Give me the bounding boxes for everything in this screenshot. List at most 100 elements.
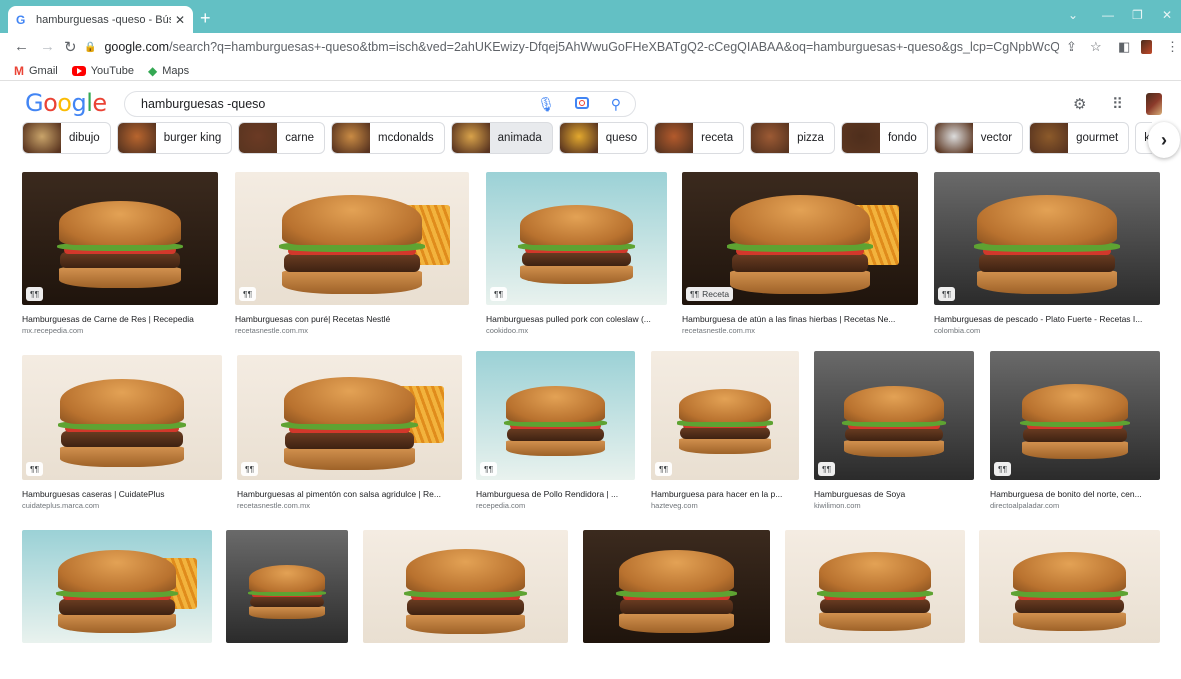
- image-thumbnail[interactable]: ¶¶: [22, 172, 218, 305]
- window-close-icon[interactable]: ✕: [1162, 8, 1172, 22]
- image-source[interactable]: cookidoo.mx: [486, 326, 528, 335]
- image-result[interactable]: ¶¶ Hamburguesa de bonito del norte, cen..…: [990, 351, 1160, 516]
- chip-dibujo[interactable]: dibujo: [22, 122, 111, 154]
- image-thumbnail[interactable]: ¶¶: [237, 355, 462, 480]
- chevron-right-icon[interactable]: ›: [1148, 122, 1180, 158]
- burger-bun-bot: [730, 270, 870, 295]
- image-title[interactable]: Hamburguesa para hacer en la p...: [651, 489, 799, 499]
- chip-animada[interactable]: animada: [450, 122, 553, 154]
- image-title[interactable]: Hamburguesas de Carne de Res | Recepedia: [22, 314, 218, 324]
- image-title[interactable]: Hamburguesas pulled pork con coleslaw (.…: [486, 314, 667, 324]
- image-result[interactable]: [583, 530, 770, 679]
- image-thumbnail[interactable]: [226, 530, 348, 643]
- bookmark-gmail[interactable]: M Gmail: [14, 64, 58, 78]
- profile-avatar-icon[interactable]: [1141, 40, 1152, 54]
- menu-dots-icon[interactable]: ⋮: [1166, 39, 1179, 55]
- browser-tab[interactable]: G hamburguesas -queso - Búsqued ✕: [8, 6, 193, 33]
- image-source[interactable]: recetasnestle.com.mx: [237, 501, 310, 510]
- image-title[interactable]: Hamburguesas caseras | CuidatePlus: [22, 489, 222, 499]
- image-thumbnail[interactable]: [979, 530, 1160, 643]
- image-source[interactable]: recetasnestle.com.mx: [235, 326, 308, 335]
- image-thumbnail[interactable]: ¶¶: [486, 172, 667, 305]
- bookmark-maps[interactable]: ◆ Maps: [148, 64, 189, 78]
- image-title[interactable]: Hamburguesa de Pollo Rendidora | ...: [476, 489, 635, 499]
- image-thumbnail[interactable]: [363, 530, 568, 643]
- image-title[interactable]: Hamburguesas de pescado - Plato Fuerte -…: [934, 314, 1160, 324]
- address-bar[interactable]: 🔒 google.com /search?q=hamburguesas+-que…: [84, 35, 1059, 59]
- image-result[interactable]: ¶¶ Receta Hamburguesa de atún a las finas …: [682, 172, 918, 341]
- image-source[interactable]: directoalpaladar.com: [990, 501, 1059, 510]
- recipe-badge: ¶¶: [480, 462, 498, 476]
- image-thumbnail[interactable]: [785, 530, 965, 643]
- chip-burger-king[interactable]: burger king: [116, 122, 233, 154]
- image-source[interactable]: mx.recepedia.com: [22, 326, 83, 335]
- image-result[interactable]: [226, 530, 348, 679]
- chip-carne[interactable]: carne: [238, 122, 326, 154]
- image-title[interactable]: Hamburguesas de Soya: [814, 489, 974, 499]
- image-result[interactable]: [785, 530, 965, 679]
- chip-vector[interactable]: vector: [933, 122, 1024, 154]
- share-icon[interactable]: ⇪: [1066, 39, 1077, 55]
- settings-gear-icon[interactable]: ⚙: [1073, 95, 1086, 113]
- image-thumbnail[interactable]: ¶¶: [814, 351, 974, 480]
- chip-pizza[interactable]: pizza: [750, 122, 835, 154]
- chip-fondo[interactable]: fondo: [840, 122, 928, 154]
- lock-icon[interactable]: 🔒: [84, 42, 96, 53]
- image-title[interactable]: Hamburguesas al pimentón con salsa agrid…: [237, 489, 462, 499]
- chip-queso[interactable]: queso: [558, 122, 649, 154]
- side-panel-icon[interactable]: ◧: [1118, 39, 1130, 55]
- image-source[interactable]: kiwilimon.com: [814, 501, 861, 510]
- image-title[interactable]: Hamburguesa de atún a las finas hierbas …: [682, 314, 918, 324]
- bookmark-youtube[interactable]: YouTube: [71, 65, 134, 77]
- image-result[interactable]: ¶¶ Hamburguesas caseras | CuidatePlus cuid…: [22, 355, 222, 516]
- image-title[interactable]: Hamburguesa de bonito del norte, cen...: [990, 489, 1160, 499]
- apps-grid-icon[interactable]: ⠿: [1112, 95, 1123, 113]
- burger-patty: [978, 253, 1116, 272]
- image-title[interactable]: Hamburguesas con puré| Recetas Nestlé: [235, 314, 469, 324]
- image-result[interactable]: ¶¶ Hamburguesas de Carne de Res | Receped…: [22, 172, 218, 341]
- bookmark-star-icon[interactable]: ☆: [1090, 39, 1102, 55]
- close-icon[interactable]: ✕: [175, 13, 185, 27]
- image-thumbnail[interactable]: ¶¶: [22, 355, 222, 480]
- image-thumbnail[interactable]: ¶¶: [990, 351, 1160, 480]
- image-thumbnail[interactable]: ¶¶ Receta: [682, 172, 918, 305]
- google-lens-icon[interactable]: [575, 97, 589, 109]
- restore-icon[interactable]: ❐: [1132, 8, 1143, 22]
- image-thumbnail[interactable]: ¶¶: [235, 172, 469, 305]
- image-source[interactable]: recetasnestle.com.mx: [682, 326, 755, 335]
- image-thumbnail[interactable]: [22, 530, 212, 643]
- image-result[interactable]: ¶¶ Hamburguesa para hacer en la p... hazte…: [651, 351, 799, 516]
- microphone-icon[interactable]: 🎙: [537, 96, 555, 113]
- search-input[interactable]: [141, 97, 521, 111]
- search-icon[interactable]: ⚲: [611, 96, 621, 113]
- image-result[interactable]: [22, 530, 212, 679]
- image-thumbnail[interactable]: ¶¶: [651, 351, 799, 480]
- chip-receta[interactable]: receta: [654, 122, 745, 154]
- chip-mcdonalds[interactable]: mcdonalds: [331, 122, 445, 154]
- minimize-icon[interactable]: —: [1102, 8, 1114, 22]
- avatar[interactable]: [1146, 93, 1162, 115]
- image-thumbnail[interactable]: ¶¶: [476, 351, 635, 480]
- google-logo[interactable]: Google: [25, 89, 107, 117]
- reload-icon[interactable]: ↻: [64, 38, 77, 56]
- chevron-down-icon[interactable]: ⌄: [1068, 8, 1078, 22]
- image-source[interactable]: colombia.com: [934, 326, 980, 335]
- image-result[interactable]: [979, 530, 1160, 679]
- image-source[interactable]: recepedia.com: [476, 501, 525, 510]
- image-result[interactable]: ¶¶ Hamburguesa de Pollo Rendidora | ... re…: [476, 351, 635, 516]
- image-result[interactable]: ¶¶ Hamburguesas con puré| Recetas Nestlé r…: [235, 172, 469, 341]
- image-result[interactable]: ¶¶ Hamburguesas de Soya kiwilimon.com: [814, 351, 974, 516]
- image-result[interactable]: ¶¶ Hamburguesas al pimentón con salsa agr…: [237, 355, 462, 516]
- image-thumbnail[interactable]: [583, 530, 770, 643]
- new-tab-icon[interactable]: +: [200, 8, 211, 29]
- back-arrow-icon[interactable]: ←: [14, 38, 29, 55]
- forward-arrow-icon[interactable]: →: [40, 38, 55, 55]
- image-source[interactable]: hazteveg.com: [651, 501, 698, 510]
- image-result[interactable]: ¶¶ Hamburguesas de pescado - Plato Fuerte…: [934, 172, 1160, 341]
- image-source[interactable]: cuidateplus.marca.com: [22, 501, 99, 510]
- burger-bun-top: [60, 379, 184, 424]
- chip-gourmet[interactable]: gourmet: [1029, 122, 1130, 154]
- image-thumbnail[interactable]: ¶¶: [934, 172, 1160, 305]
- image-result[interactable]: ¶¶ Hamburguesas pulled pork con coleslaw …: [486, 172, 667, 341]
- image-result[interactable]: [363, 530, 568, 679]
